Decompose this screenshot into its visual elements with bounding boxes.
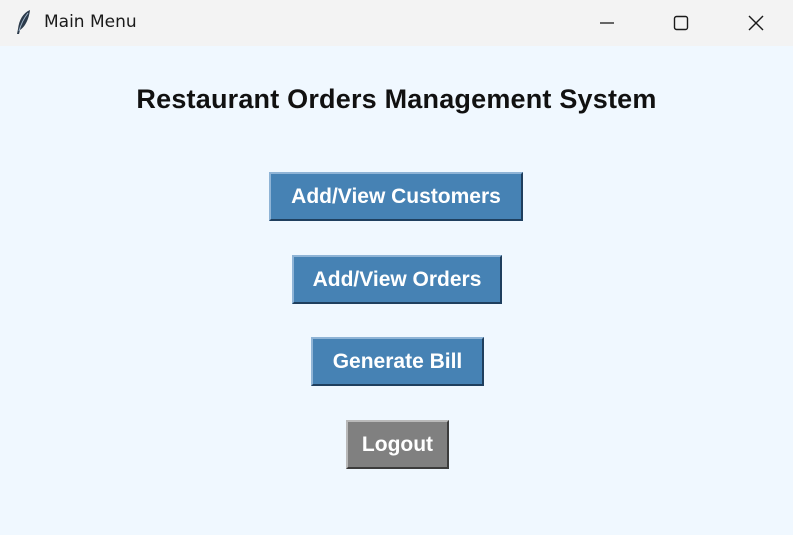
logout-button[interactable]: Logout [346, 420, 449, 469]
close-icon [747, 14, 765, 32]
main-menu-window: Main Menu Restaurant Orders Management S… [0, 0, 793, 535]
minimize-button[interactable] [571, 0, 643, 46]
feather-icon [15, 9, 33, 35]
window-title: Main Menu [44, 12, 137, 32]
title-bar[interactable]: Main Menu [0, 0, 793, 46]
close-button[interactable] [720, 0, 792, 46]
maximize-icon [673, 15, 689, 31]
generate-bill-button[interactable]: Generate Bill [311, 337, 484, 386]
main-content: Restaurant Orders Management System Add/… [0, 46, 793, 535]
add-view-customers-button[interactable]: Add/View Customers [269, 172, 523, 221]
page-title: Restaurant Orders Management System [136, 84, 657, 114]
minimize-icon [599, 15, 615, 31]
add-view-orders-button[interactable]: Add/View Orders [292, 255, 502, 304]
maximize-button[interactable] [645, 0, 717, 46]
